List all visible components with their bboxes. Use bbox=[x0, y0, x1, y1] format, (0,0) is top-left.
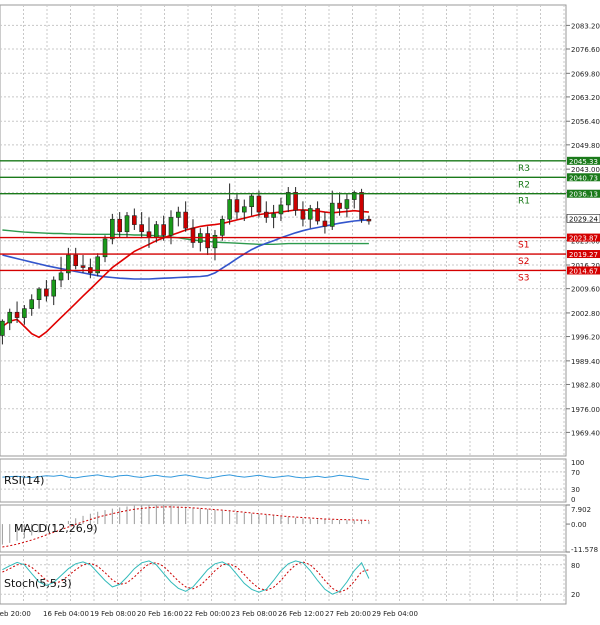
level-value-s3: 2014.67 bbox=[569, 267, 598, 275]
level-value-s2: 2019.27 bbox=[569, 251, 598, 259]
chart-root: 2083.20 2076.60 2069.80 2063.20 2056.40 2049.… bbox=[0, 0, 600, 621]
macd-tick-label: 7.902 bbox=[571, 506, 591, 514]
x-tick-label: 27 Feb 20:00 bbox=[325, 610, 371, 618]
forex-chart[interactable]: 2083.20 2076.60 2069.80 2063.20 2056.40 2049.… bbox=[0, 0, 600, 621]
candle-body bbox=[271, 213, 276, 218]
level-value-r1: 2036.13 bbox=[569, 191, 598, 199]
y-tick-label: 2009.60 bbox=[571, 286, 600, 294]
y-tick-label: 2076.60 bbox=[571, 46, 600, 54]
candle-body bbox=[176, 211, 181, 218]
y-tick-label: 1969.40 bbox=[571, 429, 600, 437]
candle-body bbox=[110, 218, 115, 240]
x-tick-label: 19 Feb 08:00 bbox=[90, 610, 136, 618]
candle-body bbox=[234, 199, 240, 213]
candle-body bbox=[241, 206, 247, 213]
candle-body bbox=[220, 218, 225, 236]
candle-body bbox=[80, 265, 86, 268]
stoch-tick-label: 80 bbox=[571, 562, 580, 570]
level-name-s2: S2 bbox=[518, 257, 529, 267]
candle-body bbox=[344, 199, 350, 209]
candle-body bbox=[0, 320, 5, 336]
main-panel bbox=[0, 4, 567, 457]
rsi-tick-label: 0 bbox=[571, 496, 575, 504]
y-tick-label: 2056.40 bbox=[571, 118, 600, 126]
level-name-s3: S3 bbox=[518, 273, 529, 283]
rsi-label: RSI(14) bbox=[4, 474, 44, 487]
candle-body bbox=[154, 224, 159, 238]
candle-body bbox=[256, 195, 262, 213]
stoch-label: Stoch(5,5,3) bbox=[4, 577, 72, 590]
candle-body bbox=[249, 195, 254, 208]
level-value-r2: 2040.73 bbox=[569, 174, 598, 182]
level-value-s1: 2023.87 bbox=[569, 235, 598, 243]
rsi-panel bbox=[0, 458, 567, 503]
y-tick-label: 2043.00 bbox=[571, 166, 600, 174]
rsi-tick-label: 30 bbox=[571, 486, 580, 494]
y-tick-label: 2063.20 bbox=[571, 94, 600, 102]
candle-body bbox=[36, 288, 42, 301]
level-value-r3: 2045.33 bbox=[569, 158, 598, 166]
stoch-tick-label: 20 bbox=[571, 591, 580, 599]
rsi-tick-label: 70 bbox=[571, 469, 580, 477]
candle-body bbox=[263, 211, 269, 218]
current-price-label: 2029.24 bbox=[569, 215, 598, 223]
x-tick-label: 22 Feb 00:00 bbox=[184, 610, 230, 618]
candle-body bbox=[227, 199, 232, 220]
candle-body bbox=[73, 254, 78, 267]
candle-body bbox=[161, 224, 166, 236]
x-tick-label: 26 Feb 12:00 bbox=[278, 610, 324, 618]
level-name-r2: R2 bbox=[518, 180, 530, 190]
y-tick-label: 2083.20 bbox=[571, 22, 600, 30]
candle-body bbox=[139, 224, 144, 233]
macd-label: MACD(12,26,9) bbox=[14, 522, 98, 535]
candle-body bbox=[117, 218, 122, 233]
x-tick-label: 16 Feb 04:00 bbox=[43, 610, 89, 618]
candle-body bbox=[183, 211, 188, 229]
candle-body bbox=[124, 215, 130, 233]
candle-body bbox=[300, 209, 306, 220]
candle-body bbox=[307, 208, 313, 220]
candle-body bbox=[58, 272, 64, 281]
candle-body bbox=[51, 279, 57, 297]
candle-body bbox=[7, 311, 13, 324]
candle-body bbox=[168, 217, 174, 236]
x-tick-label: 20 Feb 16:00 bbox=[137, 610, 183, 618]
candle-body bbox=[366, 218, 372, 222]
candle-body bbox=[29, 299, 35, 309]
x-tick-label: Feb 20:00 bbox=[0, 610, 31, 618]
y-tick-label: 1976.00 bbox=[571, 406, 600, 414]
x-tick-label: 23 Feb 08:00 bbox=[231, 610, 277, 618]
y-tick-label: 2069.80 bbox=[571, 70, 600, 78]
candle-body bbox=[359, 192, 364, 220]
y-tick-label: 2002.80 bbox=[571, 310, 600, 318]
macd-tick-label: 0.00 bbox=[571, 521, 587, 529]
rsi-tick-label: 100 bbox=[571, 459, 584, 467]
y-tick-label: 1982.80 bbox=[571, 381, 600, 389]
candle-body bbox=[337, 202, 342, 209]
level-name-r3: R3 bbox=[518, 164, 530, 174]
macd-tick-label: -11.578 bbox=[571, 546, 598, 554]
candle-body bbox=[329, 202, 335, 227]
y-tick-label: 1996.20 bbox=[571, 334, 600, 342]
candle-body bbox=[44, 288, 49, 297]
candle-body bbox=[293, 192, 298, 211]
candle-body bbox=[22, 308, 27, 318]
y-tick-label: 2049.80 bbox=[571, 142, 600, 150]
candle-body bbox=[315, 208, 320, 222]
candle-body bbox=[278, 204, 284, 215]
x-tick-label: 29 Feb 04:00 bbox=[372, 610, 418, 618]
candle-body bbox=[322, 220, 328, 227]
y-tick-label: 1989.40 bbox=[571, 358, 600, 366]
level-name-s1: S1 bbox=[518, 241, 529, 251]
candle-body bbox=[190, 227, 196, 243]
level-name-r1: R1 bbox=[518, 197, 530, 207]
candle-body bbox=[146, 231, 152, 238]
candle-body bbox=[132, 215, 137, 225]
candle-body bbox=[205, 233, 210, 249]
candle-body bbox=[14, 311, 20, 318]
